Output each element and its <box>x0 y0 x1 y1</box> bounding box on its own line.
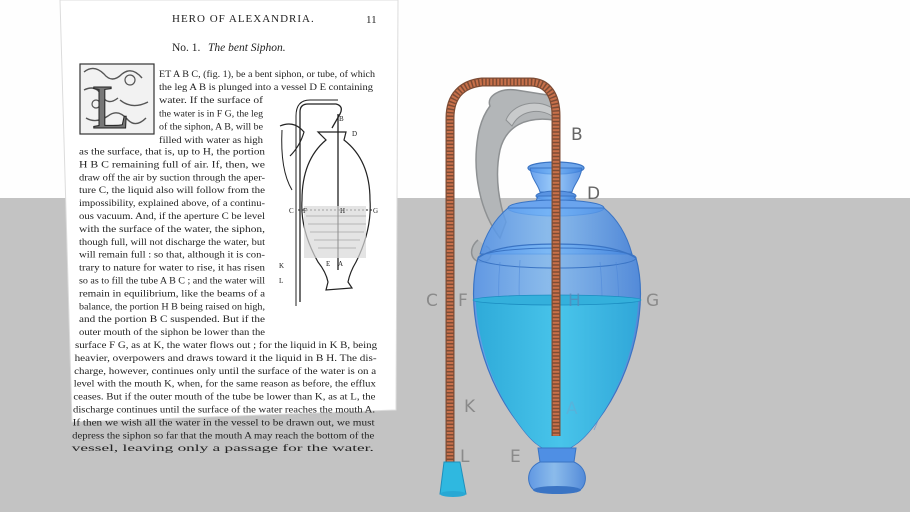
figure-label-l: L <box>279 277 283 285</box>
model-label-l: L <box>460 447 470 467</box>
page-text-line: draw off the air by suction through the … <box>79 172 265 183</box>
vase-base <box>528 447 586 494</box>
page-text-line: water. If the surface of <box>159 95 264 106</box>
model-label-b: B <box>571 125 583 145</box>
figure-label-b: B <box>339 115 344 123</box>
page-text-line: impossibility, explained above, of a con… <box>79 198 265 209</box>
page-text-line: depress the siphon so far that the mouth… <box>72 430 374 441</box>
figure-label-e: E <box>326 260 330 268</box>
page-text-line: the leg A B is plunged into a vessel D E… <box>159 82 373 93</box>
model-label-k: K <box>464 397 476 417</box>
book-page: HERO OF ALEXANDRIA. 11 No. 1. The bent S… <box>59 0 399 454</box>
page-text-line: of the siphon, A B, will be <box>159 122 263 133</box>
model-label-g: G <box>646 291 659 311</box>
figure-label-g: G <box>373 207 378 215</box>
page-text-line: vessel, leaving only a passage for the w… <box>72 443 374 454</box>
page-text-line: ET A B C, (fig. 1), be a bent siphon, or… <box>159 69 375 80</box>
figure-label-d: D <box>352 130 357 138</box>
page-text-line: charge, however, continues only until th… <box>74 366 377 377</box>
model-label-f: F <box>458 291 468 311</box>
page-header-title: HERO OF ALEXANDRIA. <box>172 13 315 25</box>
model-label-d: D <box>587 184 600 204</box>
model-label-h: H <box>568 291 581 311</box>
page-text-line: so as to fill the tube A B C ; and the w… <box>79 276 265 287</box>
page-text-line: the water is in F G, the leg <box>159 108 263 119</box>
figure-label-h: H <box>340 207 345 215</box>
drop-cap-letter: L <box>92 74 130 142</box>
page-text-line: as the surface, that is, up to H, the po… <box>79 147 265 158</box>
page-text-line: outer mouth of the siphon be lower than … <box>79 327 265 338</box>
page-text-line: filled with water as high <box>159 135 263 146</box>
siphon-model[interactable]: B D C F H G K A E L <box>426 77 660 497</box>
page-text-line: will remain full : so that, although it … <box>79 250 265 261</box>
page-text-line: remain in equilibrium, like the beams of… <box>79 288 266 299</box>
page-text-line: ous vacuum. And, if the aperture C be le… <box>79 211 265 222</box>
page-text-line: balance, the portion H B being raised on… <box>79 301 265 312</box>
figure-label-f: F <box>303 207 307 215</box>
page-text-line: heavier, overpowers and draws toward it … <box>75 353 377 364</box>
page-text-line: and the portion B C suspended. But if th… <box>79 314 265 325</box>
page-text-line: trary to nature for water to rise, it ha… <box>79 263 265 274</box>
figure-label-k: K <box>279 262 284 270</box>
page-text-line: If then we wish all the water in the ves… <box>73 417 375 428</box>
model-label-c: C <box>426 291 438 311</box>
section-number: No. 1. <box>172 42 201 54</box>
model-label-e: E <box>510 447 521 467</box>
page-text-line: surface F G, as at K, the water flows ou… <box>75 340 377 351</box>
model-label-a: A <box>566 399 578 419</box>
section-title: The bent Siphon. <box>208 42 286 54</box>
page-text-line: level with the mouth K, when, for the sa… <box>74 379 376 390</box>
page-text-line: ceases. But if the outer mouth of the tu… <box>73 392 375 403</box>
page-text-line: with the surface of the water, the sipho… <box>79 224 265 235</box>
figure-label-a: A <box>338 260 343 268</box>
page-number: 11 <box>366 14 377 26</box>
figure-label-c: C <box>289 207 294 215</box>
scene-viewport[interactable]: HERO OF ALEXANDRIA. 11 No. 1. The bent S… <box>0 0 910 512</box>
page-text-line: discharge continues until the surface of… <box>73 405 375 416</box>
page-text-line: ture C, the liquid also will follow from… <box>79 185 265 196</box>
page-text-line: though full, will not discharge the wate… <box>79 237 265 248</box>
page-text-line: H B C remaining full of air. If, then, w… <box>79 159 265 170</box>
drop-cap-ornament: L <box>79 63 155 143</box>
